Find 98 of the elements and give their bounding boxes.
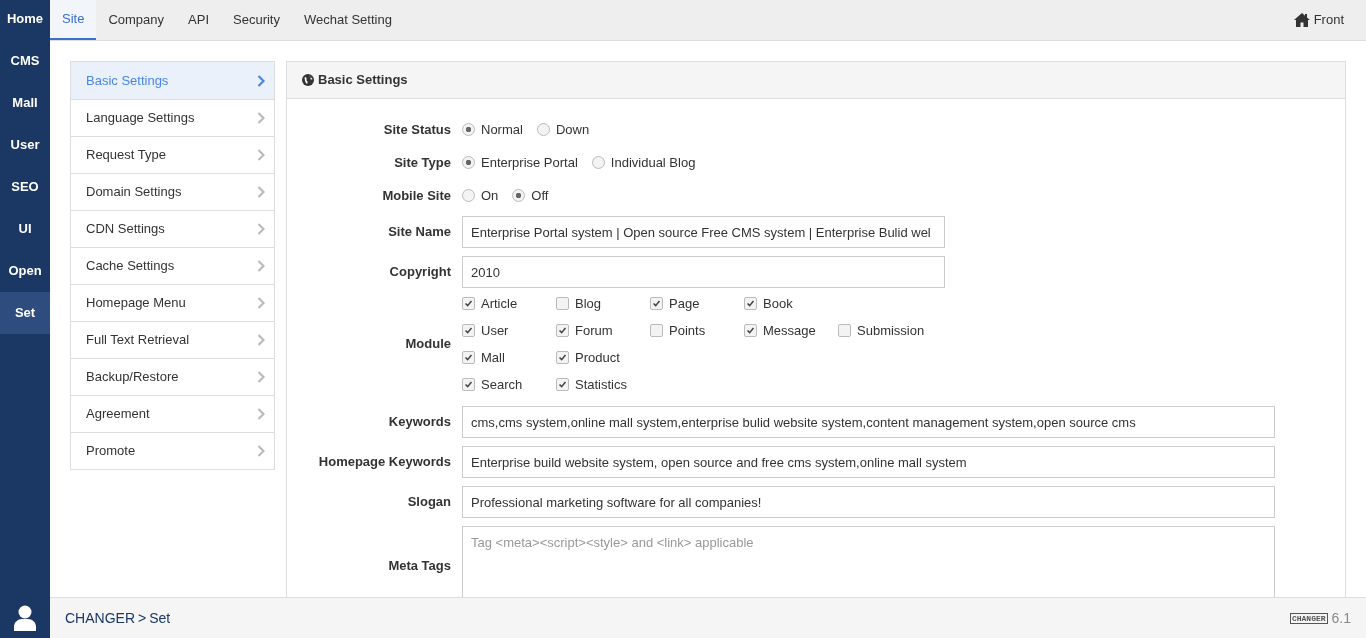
checkbox-label: Forum [575, 321, 613, 340]
tab[interactable]: Site [50, 0, 97, 40]
chevron-icon [257, 445, 265, 457]
menu-item[interactable]: Homepage Menu [71, 284, 274, 321]
menu-item[interactable]: CDN Settings [71, 210, 274, 247]
field-label: Meta Tags [387, 557, 452, 576]
checkbox-label: Blog [575, 294, 602, 313]
globe-icon [302, 74, 314, 86]
text-field[interactable]: Enterprise Portal system | Open source Free CMS system | Enterprise Bulid wel [462, 216, 945, 248]
field-label: Site Status [382, 120, 452, 139]
nav-item[interactable]: CMS [0, 40, 50, 82]
radio-button[interactable] [462, 123, 475, 136]
field-label: Homepage Keywords [317, 453, 452, 472]
radio-button[interactable] [462, 189, 475, 202]
field-label: Mobile Site [381, 186, 452, 205]
chevron-icon [257, 74, 265, 87]
checkbox-label: Points [669, 321, 706, 340]
logo: CHANGER [1289, 612, 1328, 624]
checkbox[interactable] [556, 297, 569, 310]
checkbox[interactable] [462, 378, 475, 391]
nav-item[interactable]: Open [0, 250, 50, 292]
nav-item[interactable]: Home [0, 0, 50, 40]
checkbox-label: Submission [857, 321, 925, 340]
menu-item[interactable]: Promote [71, 432, 274, 469]
user-icon[interactable] [14, 605, 36, 631]
checkbox-label: Search [481, 375, 523, 394]
checkbox-label: Product [575, 348, 620, 367]
option-label: Enterprise Portal [481, 153, 578, 172]
menu-item[interactable]: Backup/Restore [71, 358, 274, 395]
tab[interactable]: Wechat Setting [292, 0, 404, 40]
checkbox[interactable] [650, 324, 663, 337]
checkbox[interactable] [744, 297, 757, 310]
radio-button[interactable] [462, 156, 475, 169]
textarea-field[interactable]: Tag <meta><script><style> and <link> applicable [462, 526, 1275, 597]
checkbox[interactable] [556, 351, 569, 364]
chevron-icon [257, 297, 265, 309]
menu-item[interactable]: Full Text Retrieval [71, 321, 274, 358]
field-label: Copyright [388, 263, 452, 282]
breadcrumb-separator: > [138, 608, 147, 628]
breadcrumb-link[interactable]: Set [149, 607, 171, 629]
menu-item[interactable]: Request Type [71, 136, 274, 173]
radio-button[interactable] [512, 189, 526, 202]
option-label: On [481, 186, 499, 205]
nav-item[interactable]: Mall [0, 82, 50, 124]
checkbox[interactable] [556, 324, 569, 337]
checkbox[interactable] [744, 324, 757, 337]
text-field[interactable]: 2010 [462, 256, 945, 288]
chevron-icon [257, 334, 265, 346]
panel-title: Basic Settings [318, 71, 408, 90]
checkbox[interactable] [462, 324, 475, 337]
field-label: Module [404, 335, 452, 354]
option-label: Down [555, 120, 590, 139]
breadcrumb-link[interactable]: CHANGER [65, 607, 135, 629]
tab[interactable]: Company [96, 0, 177, 40]
checkbox-label: Statistics [575, 375, 627, 394]
menu-item[interactable]: Language Settings [71, 99, 274, 136]
text-field[interactable]: Professional marketing software for all companies! [462, 486, 1275, 518]
checkbox-label: User [481, 321, 509, 340]
nav-item[interactable]: UI [0, 208, 50, 250]
tab[interactable]: Security [221, 0, 292, 40]
text-field[interactable]: Enterprise build website system, open source and free cms system,online mall system [462, 446, 1275, 478]
nav-item[interactable]: User [0, 124, 50, 166]
radio-button[interactable] [536, 123, 550, 136]
checkbox[interactable] [462, 297, 475, 310]
version-text: 6.1 [1331, 608, 1351, 628]
field-label: Site Type [393, 153, 452, 172]
chevron-icon [257, 149, 265, 161]
checkbox[interactable] [650, 297, 663, 310]
field-label: Site Name [387, 223, 452, 242]
checkbox-label: Page [669, 294, 700, 313]
chevron-icon [257, 371, 265, 383]
chevron-icon [257, 408, 265, 420]
radio-button[interactable] [591, 156, 605, 169]
option-label: Individual Blog [610, 153, 696, 172]
chevron-icon [257, 112, 265, 124]
front-link[interactable]: Front [1293, 0, 1344, 40]
nav-item[interactable]: Set [0, 292, 50, 334]
tab[interactable]: API [176, 0, 221, 40]
chevron-icon [257, 260, 265, 272]
checkbox-label: Article [481, 294, 518, 313]
menu-item[interactable]: Domain Settings [71, 173, 274, 210]
field-label: Keywords [387, 413, 452, 432]
checkbox[interactable] [838, 324, 851, 337]
checkbox-label: Mall [481, 348, 505, 367]
checkbox-label: Message [763, 321, 816, 340]
text-field[interactable]: cms,cms system,online mall system,enterprise bulid website system,content management system,open source cms [462, 406, 1275, 438]
chevron-icon [257, 223, 265, 235]
checkbox[interactable] [556, 378, 569, 391]
option-label: Normal [481, 120, 523, 139]
option-label: Off [531, 186, 549, 205]
menu-item[interactable]: Agreement [71, 395, 274, 432]
home-icon [1293, 13, 1310, 27]
menu-item[interactable]: Cache Settings [71, 247, 274, 284]
checkbox-label: Book [763, 294, 793, 313]
checkbox[interactable] [462, 351, 475, 364]
field-label: Slogan [406, 493, 452, 512]
nav-item[interactable]: SEO [0, 166, 50, 208]
chevron-icon [257, 186, 265, 198]
